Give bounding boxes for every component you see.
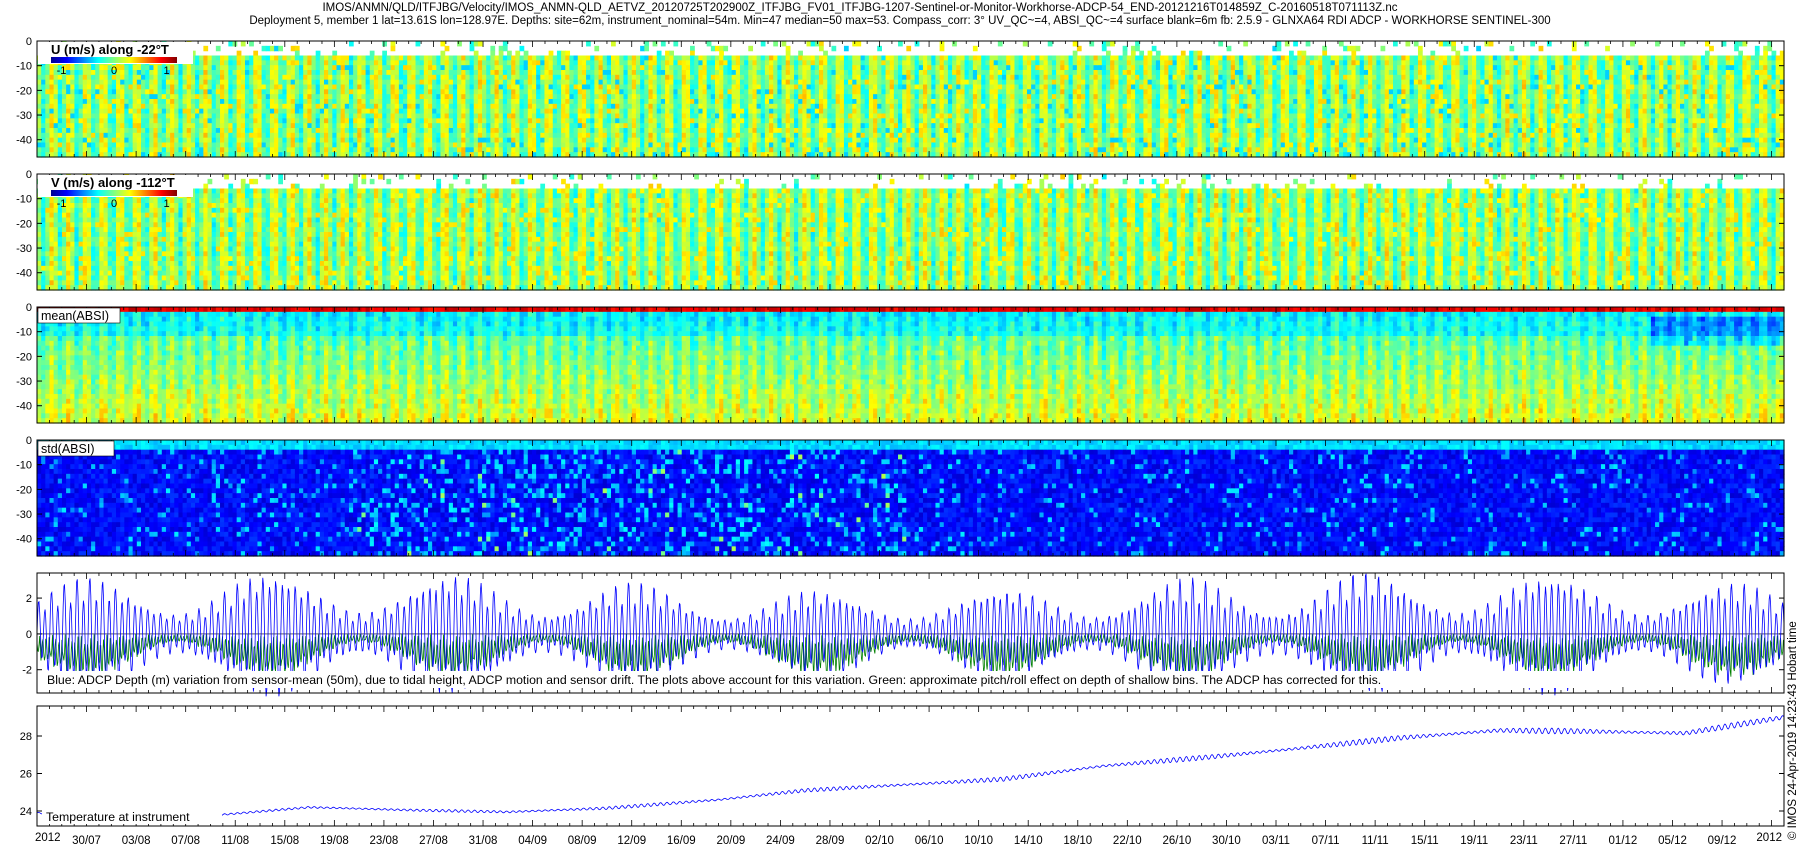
time-axis: 2012 2012 30/07 03/08 07/08 11/08 15/08 19/08 23… xyxy=(35,832,1782,847)
date-tick-label: 03/11 xyxy=(1262,835,1290,847)
y-tick-label: -2 xyxy=(22,665,32,677)
panel-title: V (m/s) along -112°T xyxy=(51,175,175,190)
y-tick-label: 24 xyxy=(20,806,32,818)
y-tick-label: -30 xyxy=(16,376,32,388)
date-tick-label: 03/08 xyxy=(122,835,151,847)
panel-title: U (m/s) along -22°T xyxy=(51,42,169,57)
panel-caption: Temperature at instrument xyxy=(42,809,222,824)
y-tick-label: 0 xyxy=(26,629,32,641)
date-tick-label: 14/10 xyxy=(1014,835,1043,847)
colorbar-tick-label: 0 xyxy=(111,198,117,210)
date-tick-label: 11/11 xyxy=(1362,835,1389,847)
y-tick-label: -30 xyxy=(16,110,32,122)
date-tick-label: 27/11 xyxy=(1559,835,1587,847)
date-tick-label: 12/09 xyxy=(617,835,646,847)
panel-caption: Blue: ADCP Depth (m) variation from sens… xyxy=(43,671,1611,688)
y-tick-label: -30 xyxy=(16,243,32,255)
y-tick-label: -40 xyxy=(16,534,32,546)
heatmap-panel-2 xyxy=(37,174,1785,291)
date-tick-label: 23/11 xyxy=(1510,835,1538,847)
date-tick-label: 07/11 xyxy=(1312,835,1340,847)
colorbar-tick-label: -1 xyxy=(57,198,67,210)
heatmap-panel-4 xyxy=(37,440,1785,557)
panel-title: mean(ABSI) xyxy=(41,309,109,323)
date-tick-label: 04/09 xyxy=(518,835,547,847)
date-tick-label: 07/08 xyxy=(171,835,200,847)
date-tick-label: 23/08 xyxy=(370,835,399,847)
heatmap-panel-3 xyxy=(37,307,1785,424)
y-tick-label: 0 xyxy=(26,302,32,314)
date-tick-label: 08/09 xyxy=(568,835,597,847)
heatmap-panel-1 xyxy=(37,41,1785,158)
date-tick-label: 05/12 xyxy=(1658,835,1687,847)
y-tick-label: -20 xyxy=(16,351,32,363)
date-tick-label: 16/09 xyxy=(667,835,696,847)
date-tick-label: 26/10 xyxy=(1162,835,1191,847)
date-tick-label: 30/07 xyxy=(72,835,101,847)
date-tick-label: 15/08 xyxy=(270,835,299,847)
date-tick-label: 19/08 xyxy=(320,835,349,847)
date-tick-label: 15/11 xyxy=(1411,835,1439,847)
y-tick-label: 2 xyxy=(26,593,32,605)
figure-canvas: 2012 201230/07 03/08 07/08 11/08 15/08 19/08 23… xyxy=(16,36,1785,847)
y-tick-label: -20 xyxy=(16,85,32,97)
y-tick-label: -40 xyxy=(16,268,32,280)
colorbar xyxy=(51,190,177,196)
date-tick-label: 06/10 xyxy=(915,835,944,847)
colorbar-tick-label: 0 xyxy=(111,65,117,77)
panel-label: mean(ABSI) xyxy=(37,307,121,324)
year-label-left: 2012 xyxy=(35,832,61,844)
y-tick-label: 0 xyxy=(26,36,32,48)
date-tick-label: 11/08 xyxy=(221,835,249,847)
colorbar xyxy=(51,57,177,63)
y-tick-label: 0 xyxy=(26,169,32,181)
y-tick-label: -30 xyxy=(16,509,32,521)
date-tick-label: 30/10 xyxy=(1212,835,1241,847)
y-tick-label: -10 xyxy=(16,61,32,73)
y-tick-label: -10 xyxy=(16,194,32,206)
date-tick-label: 19/11 xyxy=(1460,835,1488,847)
y-tick-label: -40 xyxy=(16,401,32,413)
date-tick-label: 02/10 xyxy=(865,835,894,847)
panel-title: std(ABSI) xyxy=(41,442,95,456)
colorbar-tick-label: 1 xyxy=(163,198,169,210)
caption-text: Temperature at instrument xyxy=(46,810,190,824)
panel-label: std(ABSI) xyxy=(37,440,115,457)
y-tick-label: -20 xyxy=(16,218,32,230)
y-tick-label: 26 xyxy=(20,769,32,781)
y-tick-label: -10 xyxy=(16,327,32,339)
copyright-note: © IMOS 24-Apr-2019 14:23:43 Hobart time xyxy=(1787,621,1799,840)
date-tick-label: 22/10 xyxy=(1113,835,1142,847)
y-tick-label: -40 xyxy=(16,135,32,147)
caption-text: Blue: ADCP Depth (m) variation from sens… xyxy=(47,673,1381,687)
date-tick-label: 24/09 xyxy=(766,835,795,847)
colorbar-tick-label: 1 xyxy=(163,65,169,77)
date-tick-label: 27/08 xyxy=(419,835,448,847)
date-tick-label: 18/10 xyxy=(1063,835,1092,847)
year-label-right: 2012 xyxy=(1756,832,1782,844)
date-tick-label: 01/12 xyxy=(1609,835,1638,847)
date-tick-label: 10/10 xyxy=(964,835,993,847)
date-tick-label: 28/09 xyxy=(816,835,845,847)
date-tick-label: 20/09 xyxy=(716,835,745,847)
y-tick-label: 0 xyxy=(26,435,32,447)
y-tick-label: -10 xyxy=(16,460,32,472)
y-tick-label: 28 xyxy=(20,731,32,743)
date-tick-label: 31/08 xyxy=(469,835,498,847)
y-tick-label: -20 xyxy=(16,484,32,496)
date-tick-label: 09/12 xyxy=(1708,835,1737,847)
colorbar-tick-label: -1 xyxy=(57,65,67,77)
